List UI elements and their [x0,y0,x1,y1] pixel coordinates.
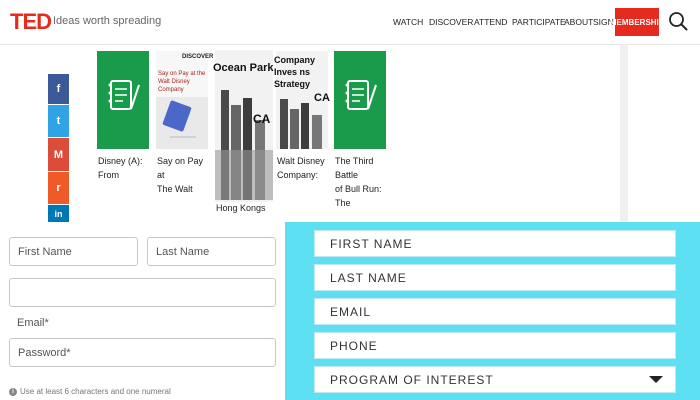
case-card-title: of Bull Run: The [335,184,382,208]
facebook-share-button[interactable]: f [48,74,69,104]
tagline: Ideas worth spreading [53,15,162,27]
reddit-share-button[interactable]: r [48,172,69,204]
case-card[interactable]: Disney (A): From [95,48,150,238]
nav-discover[interactable]: DISCOVER [429,17,473,27]
nav-about[interactable]: ABOUT [564,17,593,27]
notebook-icon [97,51,149,149]
case-card-title: Walt Disney [277,156,325,166]
password-hint: i Use at least 6 characters and one nume… [9,387,171,396]
membership-button[interactable]: MEMBERSHIP [610,8,664,36]
email-label: Email* [17,317,49,329]
email-input[interactable]: EMAIL [314,298,676,325]
case-card[interactable]: The Third Battle of Bull Run: The [332,48,387,238]
last-name-field[interactable]: Last Name [147,237,276,266]
top-header: TED Ideas worth spreading WATCH DISCOVER… [0,0,700,45]
first-name-placeholder: First Name [18,245,72,258]
phone-label: PHONE [330,338,378,353]
case-card-title: Disney (A): [98,156,143,166]
case-card-title: The Third Battle [335,156,374,180]
phone-input[interactable]: PHONE [314,332,676,359]
notebook-icon [334,51,386,149]
case-card-title: Company: [277,170,319,180]
password-field[interactable]: Password* [9,338,276,367]
scrollbar-track[interactable] [620,44,628,224]
password-hint-text: Use at least 6 characters and one numera… [20,387,171,396]
program-label: PROGRAM OF INTEREST [330,372,494,387]
nav-watch[interactable]: WATCH [393,17,423,27]
caret-down-icon [649,375,663,383]
reddit-icon: r [56,182,61,194]
cover-publisher: DISCOVER [182,54,214,60]
gmail-icon: M [53,148,64,161]
first-name-input[interactable]: FIRST NAME [314,230,676,257]
last-name-placeholder: Last Name [156,245,210,258]
lead-form: FIRST NAME LAST NAME EMAIL PHONE PROGRAM… [285,222,700,400]
first-name-field[interactable]: First Name [9,237,138,266]
linkedin-icon: in [54,209,63,219]
case-card-title: Say on Pay at [157,156,204,180]
facebook-icon: f [56,83,61,95]
password-placeholder: Password* [18,346,71,359]
first-name-label: FIRST NAME [330,236,413,251]
case-card[interactable]: Company Inves ns Strategy CA Walt Disney… [274,48,330,238]
case-card-title: From [98,170,119,180]
case-study-carousel: Disney (A): From DISCOVER Say on Pay at … [95,48,387,238]
program-select[interactable]: PROGRAM OF INTEREST [314,366,676,393]
cover-title: Say on Pay at the Walt Disney Company [158,71,206,93]
case-card[interactable]: DISCOVER Say on Pay at the Walt Disney C… [154,48,213,238]
ted-logo[interactable]: TED [10,9,52,35]
nav-attend[interactable]: ATTEND [474,17,507,27]
case-card-title: Hong Kongs [216,203,266,213]
cover-mark: CA [314,92,330,104]
cover-mark: CA [253,112,271,126]
case-card-title: The Walt [157,184,193,194]
case-card[interactable]: Ocean Park Tal CA Hong Kongs [213,48,275,238]
cover-title: Ocean Park Tal [213,62,275,74]
email-label: EMAIL [330,304,372,319]
twitter-share-button[interactable]: t [48,105,69,137]
gmail-share-button[interactable]: M [48,138,69,171]
nav-participate[interactable]: PARTICIPATE [512,17,566,27]
last-name-input[interactable]: LAST NAME [314,264,676,291]
book-cover [156,51,208,149]
last-name-label: LAST NAME [330,270,407,285]
signup-form: First Name Last Name Email* Password* i … [0,222,285,400]
email-field[interactable] [9,278,276,307]
info-icon: i [9,387,17,396]
cover-title: Company Inves ns Strategy [274,55,316,89]
twitter-icon: t [56,115,61,127]
search-icon[interactable] [667,10,689,32]
